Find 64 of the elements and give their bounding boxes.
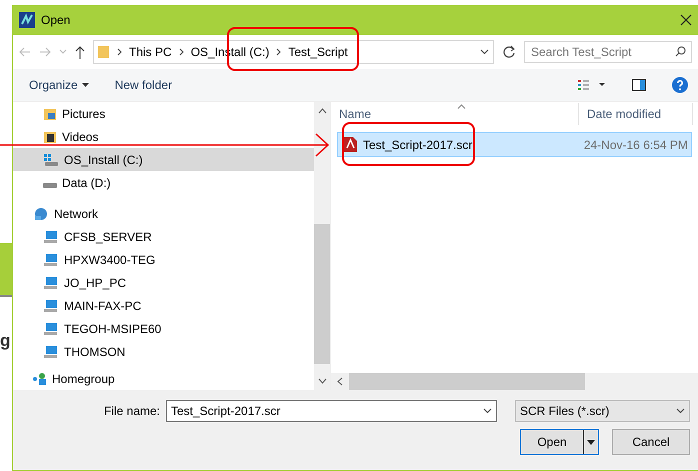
scrollbar[interactable] [314,102,330,390]
drive-icon [43,183,57,188]
network-icon [33,206,49,220]
computer-icon [43,252,59,266]
breadcrumb[interactable]: This PC [129,45,172,59]
file-date: 24-Nov-16 6:54 PM [584,138,688,152]
file-type-dropdown[interactable]: SCR Files (*.scr) [515,400,690,422]
file-name: Test_Script-2017.scr [363,138,472,152]
chevron-icon [178,48,184,56]
column-header[interactable]: Date modified [579,103,693,125]
caret-icon [483,408,492,414]
file-row[interactable]: Test_Script-2017.scr 24-Nov-16 6:54 PM [337,132,692,157]
file-icon [344,137,357,152]
open-button[interactable]: Open [520,429,599,455]
breadcrumb[interactable]: Test_Script [288,45,348,59]
computer-icon [43,276,59,290]
chevron-icon [276,48,282,56]
caret-icon [82,83,89,87]
drive-icon [43,152,59,166]
folder-icon [98,45,110,59]
refresh-icon[interactable] [502,45,516,59]
scroll-thumb[interactable] [349,373,585,390]
caret-icon [676,408,685,414]
up-arrow-icon[interactable] [75,46,85,58]
nav-item[interactable]: Data (D:) [13,171,314,194]
new-folder-button[interactable]: New folder [114,76,172,94]
computer-icon [43,298,59,312]
computer-icon [43,322,59,336]
computer-icon [43,230,59,244]
computer-icon [43,344,59,358]
nav-item[interactable]: Homegroup [13,367,314,390]
horizontal-scrollbar[interactable] [331,373,698,390]
nav-item[interactable]: Network [13,202,314,225]
cancel-button[interactable]: Cancel [612,429,690,455]
sort-icon [457,104,466,109]
search-field[interactable]: Search Test_Script [524,41,692,63]
nav-item[interactable]: MAIN-FAX-PC [13,294,314,317]
nav-item[interactable]: JO_HP_PC [13,271,314,294]
nav-item[interactable]: Pictures [13,102,314,125]
column-header[interactable]: Name [331,103,579,125]
caret-icon [587,440,595,444]
window-title: Open [41,13,70,27]
scroll-thumb[interactable] [314,224,330,364]
nav-item[interactable]: THOMSON [13,340,314,363]
app-icon [19,12,35,28]
view-options-icon[interactable] [578,79,606,91]
field-label: File name: [104,404,160,418]
homegroup-icon [33,372,47,384]
chevron-icon [117,48,122,56]
preview-pane-icon[interactable] [632,79,646,91]
search-icon [675,46,686,57]
nav-item[interactable]: Videos [13,125,314,148]
folder-icon [43,106,57,120]
folder-icon [43,130,57,144]
nav-item[interactable]: HPXW3400-TEG [13,248,314,271]
nav-item[interactable]: OS_Install (C:) [13,148,314,171]
nav-item[interactable]: TEGOH-MSIPE60 [13,317,314,340]
organize-button[interactable]: Organize [29,76,89,94]
backdrop-text: g [0,331,12,351]
file-name-field[interactable]: Test_Script-2017.scr [166,400,497,422]
caret-icon[interactable] [480,49,489,55]
nav-item[interactable]: CFSB_SERVER [13,225,314,248]
close-icon[interactable] [680,14,692,26]
help-icon[interactable] [672,77,688,93]
